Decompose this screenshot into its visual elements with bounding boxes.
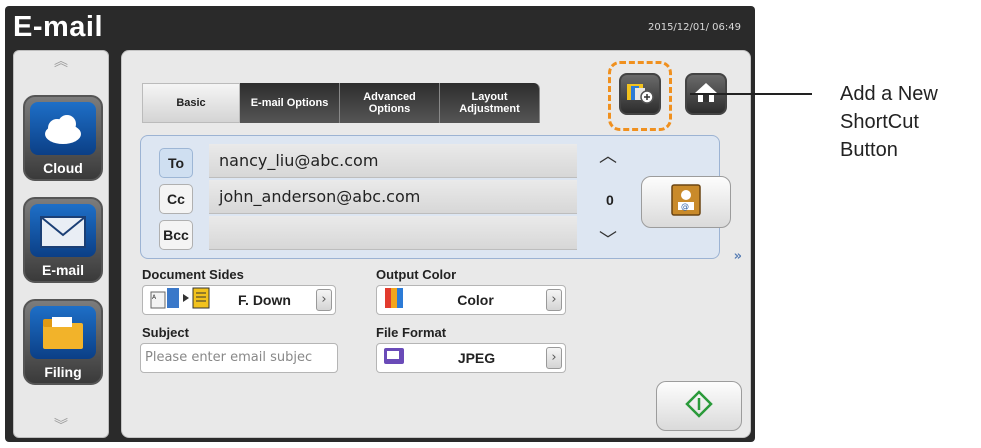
sidebar-item-cloud[interactable]: Cloud <box>23 95 103 181</box>
callout-line-2: ShortCut <box>840 111 919 133</box>
bcc-field[interactable] <box>209 216 577 250</box>
sidebar-item-label: E-mail <box>41 262 84 278</box>
file-format-value: JPEG <box>457 350 496 366</box>
chevron-up-icon[interactable]: ︿ <box>599 142 617 168</box>
sidebar: ︽ Cloud E-mail Filing ︾ <box>13 50 109 438</box>
folder-icon <box>30 306 96 359</box>
start-scan-button[interactable] <box>656 381 742 431</box>
sidebar-item-filing[interactable]: Filing <box>23 299 103 385</box>
sidebar-item-label: Cloud <box>43 160 83 176</box>
output-color-select[interactable]: Color › <box>376 285 566 315</box>
duplex-icon: A <box>149 286 213 315</box>
scanner-panel: E-mail 2015/12/01/ 06:49 ︽ Cloud E-mail … <box>5 6 755 442</box>
file-format-select[interactable]: JPEG › <box>376 343 566 373</box>
scroll-down-icon[interactable]: ︾ <box>54 415 68 435</box>
tab-basic[interactable]: Basic <box>142 83 240 123</box>
sidebar-item-email[interactable]: E-mail <box>23 197 103 283</box>
chevron-right-icon: › <box>546 347 562 369</box>
tab-email-options[interactable]: E-mail Options <box>240 83 340 123</box>
chevron-right-icon: › <box>546 289 562 311</box>
cc-button[interactable]: Cc <box>159 184 193 214</box>
svg-text:@: @ <box>681 202 689 211</box>
to-field[interactable]: nancy_liu@abc.com <box>209 144 577 178</box>
to-button[interactable]: To <box>159 148 193 178</box>
chevron-down-icon[interactable]: ﹀ <box>599 226 617 252</box>
add-shortcut-icon <box>626 80 654 109</box>
cloud-icon <box>30 102 96 155</box>
sidebar-item-label: Filing <box>44 364 82 380</box>
address-book-icon: @ <box>666 182 706 223</box>
datetime: 2015/12/01/ 06:49 <box>647 22 741 33</box>
start-icon <box>685 389 713 423</box>
bcc-button[interactable]: Bcc <box>159 220 193 250</box>
more-options-icon[interactable]: » <box>734 249 742 264</box>
output-color-label: Output Color <box>376 267 457 282</box>
chevron-right-icon: › <box>316 289 332 311</box>
address-book-button[interactable]: @ <box>641 176 731 228</box>
document-sides-value: F. Down <box>238 292 291 308</box>
callout-line-1: Add a New <box>840 83 938 105</box>
callout-line <box>690 93 812 95</box>
cc-field[interactable]: john_anderson@abc.com <box>209 180 577 214</box>
document-sides-select[interactable]: A F. Down › <box>142 285 336 315</box>
output-color-value: Color <box>457 292 494 308</box>
recipient-count: 0 <box>606 192 614 208</box>
app-title: E-mail <box>13 11 104 43</box>
callout-line-3: Button <box>840 139 898 161</box>
callout-text: Add a New ShortCut Button <box>840 80 938 164</box>
file-format-label: File Format <box>376 325 447 340</box>
scroll-up-icon[interactable]: ︽ <box>54 51 68 71</box>
subject-input[interactable]: Please enter email subjec <box>140 343 338 373</box>
document-sides-label: Document Sides <box>142 267 244 282</box>
envelope-icon <box>30 204 96 257</box>
jpeg-file-icon <box>383 345 407 372</box>
main-panel: Basic E-mail Options Advanced Options La… <box>121 50 751 438</box>
add-shortcut-button[interactable] <box>619 73 661 115</box>
tab-advanced-options[interactable]: Advanced Options <box>340 83 440 123</box>
recipient-panel: To Cc Bcc nancy_liu@abc.com john_anderso… <box>140 135 731 259</box>
color-icon <box>383 286 405 315</box>
subject-label: Subject <box>142 325 189 340</box>
tab-bar: Basic E-mail Options Advanced Options La… <box>142 83 540 123</box>
tab-layout-adjustment[interactable]: Layout Adjustment <box>440 83 540 123</box>
